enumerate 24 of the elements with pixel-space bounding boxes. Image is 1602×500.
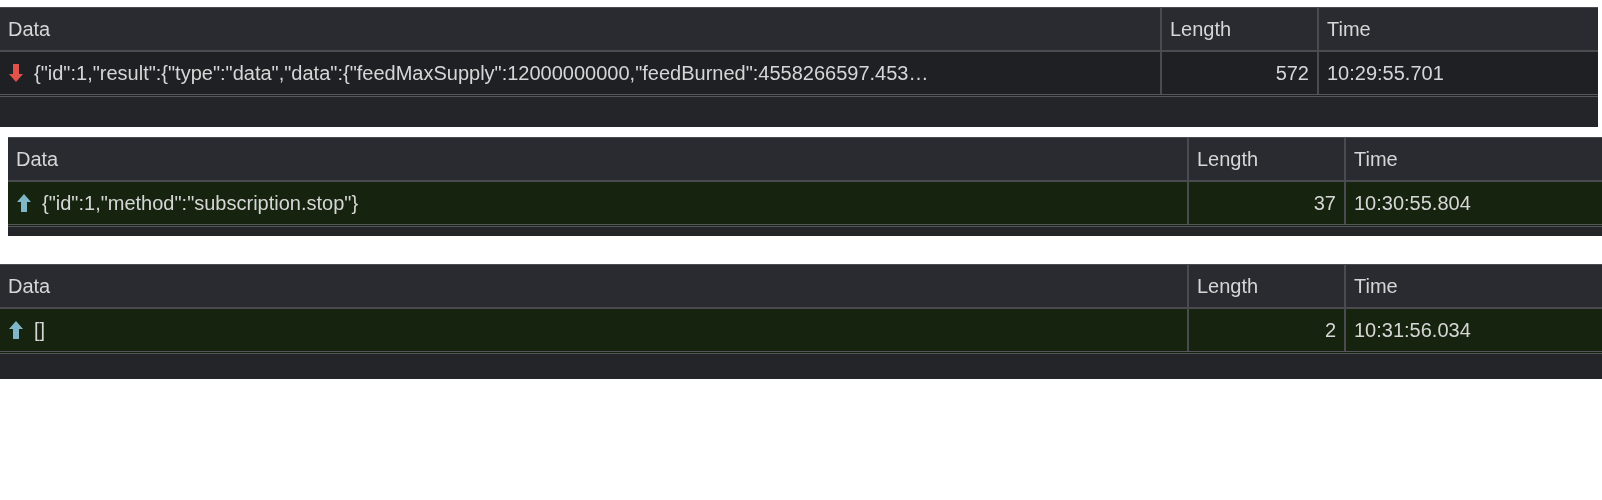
message-data: {"id":1,"method":"subscription.stop"}: [42, 191, 359, 215]
column-header[interactable]: Length: [1187, 265, 1344, 307]
message-time: 10:30:55.804: [1354, 191, 1471, 215]
down-arrow-icon: [8, 63, 24, 83]
column-header[interactable]: Data: [0, 265, 1187, 307]
up-arrow-icon: [16, 193, 32, 213]
column-header[interactable]: Time: [1317, 8, 1598, 50]
column-header[interactable]: Length: [1160, 8, 1317, 50]
message-time: 10:29:55.701: [1327, 61, 1444, 85]
message-row[interactable]: [] 2 10:31:56.034: [0, 309, 1602, 354]
message-row[interactable]: {"id":1,"method":"subscription.stop"} 37 10:30:55.804: [8, 182, 1602, 227]
message-data: {"id":1,"result":{"type":"data","data":{"feedMaxSupply":12000000000,"feedBurned":4558266597.453…: [34, 61, 929, 85]
column-header[interactable]: Time: [1344, 265, 1602, 307]
message-data: []: [34, 318, 46, 342]
column-header[interactable]: Data: [8, 138, 1187, 180]
message-length: 572: [1275, 61, 1309, 85]
column-header[interactable]: Data: [0, 8, 1160, 50]
up-arrow-icon: [8, 320, 24, 340]
column-header[interactable]: Length: [1187, 138, 1344, 180]
message-time: 10:31:56.034: [1354, 318, 1471, 342]
message-length: 37: [1313, 191, 1336, 215]
column-header[interactable]: Time: [1344, 138, 1602, 180]
message-length: 2: [1324, 318, 1336, 342]
message-row[interactable]: {"id":1,"result":{"type":"data","data":{"feedMaxSupply":12000000000,"feedBurned":4558266597.453… 572 10:29:55.701: [0, 52, 1598, 97]
